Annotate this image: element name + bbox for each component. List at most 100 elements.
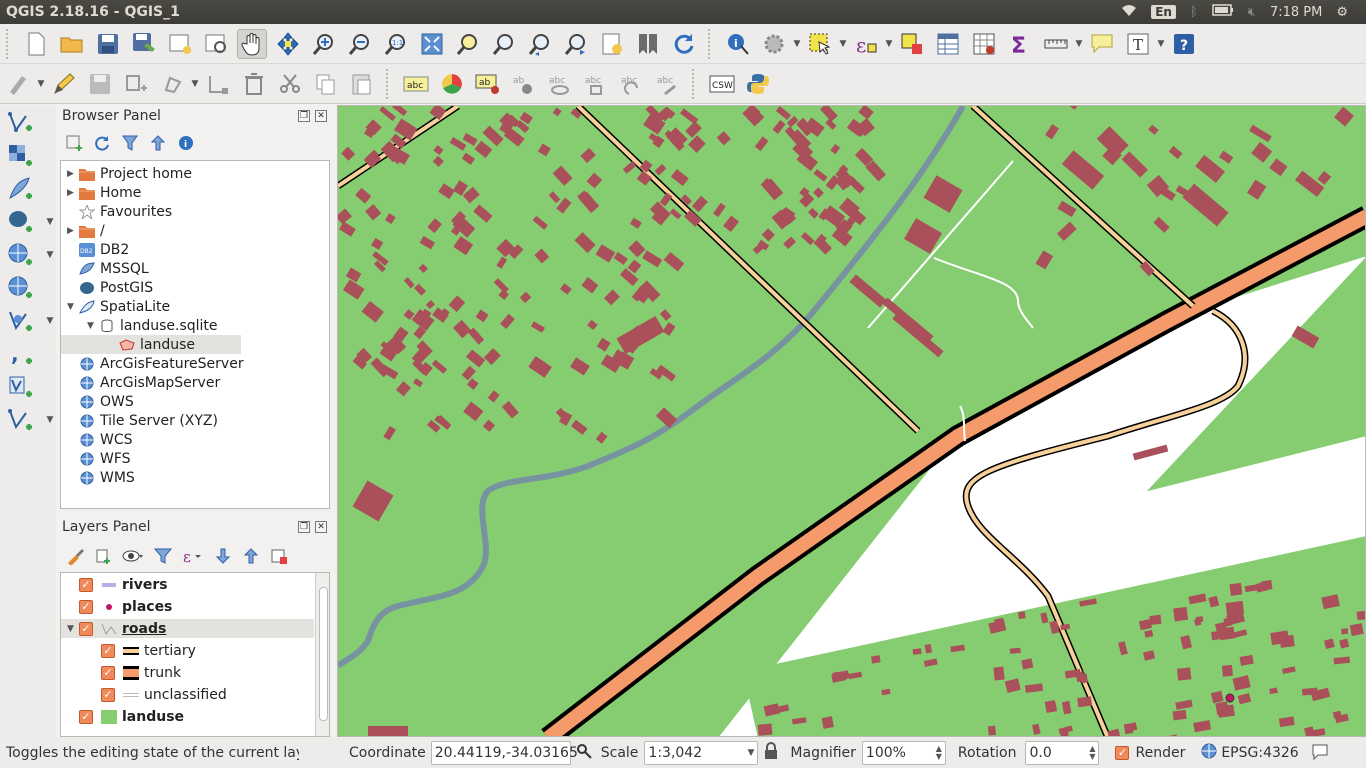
refresh-icon[interactable] [669,29,699,59]
chevron-down-icon[interactable]: ▼ [884,39,894,49]
settings-gear-icon[interactable]: ⚙ [1336,5,1348,20]
crs-globe-icon[interactable] [1201,743,1217,763]
toolbar-grip[interactable] [386,68,392,99]
zoom-to-selection-icon[interactable] [453,29,483,59]
properties-info-icon[interactable]: i [178,134,194,156]
show-hide-labels-icon[interactable]: ab [509,69,539,99]
identify-icon[interactable]: i [723,29,753,59]
scale-combo[interactable]: 1:3,042 ▼ [644,740,759,765]
chevron-down-icon[interactable]: ▼ [45,316,55,326]
chevron-down-icon[interactable]: ▼ [45,250,55,260]
keyboard-language-indicator[interactable]: En [1151,5,1176,19]
spin-arrows-icon[interactable]: ▲ ▼ [936,744,942,761]
chevron-down-icon[interactable]: ▼ [190,79,200,89]
collapse-arrow-icon[interactable]: ▼ [67,302,79,312]
layer-row[interactable]: ▼ ✓ roads [61,619,314,638]
composer-manager-icon[interactable] [201,29,231,59]
pan-to-selection-icon[interactable] [273,29,303,59]
add-wcs-layer-icon[interactable]: ▼ [5,306,53,336]
clock[interactable]: 7:18 PM [1270,5,1322,20]
browser-item[interactable]: ▶ / [67,221,105,240]
layer-visibility-checkbox[interactable]: ✓ [79,599,93,614]
deselect-icon[interactable] [897,29,927,59]
browser-item[interactable]: Favourites [67,202,172,221]
magnifier-spinbox[interactable]: 100% ▲ ▼ [861,740,946,765]
browser-item[interactable]: ▼ landuse.sqlite [87,316,218,335]
style-manager-icon[interactable] [66,547,84,569]
layers-scrollbar[interactable] [315,573,329,736]
lock-scale-icon[interactable] [764,741,778,764]
browser-item[interactable]: landuse [61,335,241,354]
add-wms-layer-icon[interactable]: ▼ [5,240,53,270]
toolbar-grip[interactable] [692,68,698,99]
zoom-full-icon[interactable] [417,29,447,59]
move-label-icon[interactable]: abc [545,69,575,99]
zoom-out-icon[interactable] [345,29,375,59]
chevron-down-icon[interactable]: ▼ [792,39,802,49]
diagram-options-icon[interactable] [437,69,467,99]
add-postgis-layer-icon[interactable]: ▼ [5,207,53,237]
add-group-icon[interactable] [94,547,112,569]
add-vector-layer-icon[interactable] [5,108,35,138]
zoom-in-icon[interactable] [309,29,339,59]
chevron-down-icon[interactable]: ▼ [748,748,755,758]
map-tips-icon[interactable] [1087,29,1117,59]
layer-visibility-checkbox[interactable]: ✓ [101,687,115,702]
layer-row[interactable]: ✓ landuse [61,707,314,726]
map-rendering[interactable] [338,106,1366,737]
filter-icon[interactable] [122,134,138,156]
filter-by-expression-icon[interactable]: ε [182,547,204,569]
layer-visibility-checkbox[interactable]: ✓ [79,577,93,592]
filter-legend-icon[interactable] [153,547,173,569]
save-as-icon[interactable] [129,29,159,59]
python-console-icon[interactable] [743,69,773,99]
paste-features-icon[interactable] [347,69,377,99]
text-annotation-icon[interactable]: T [1123,29,1153,59]
browser-item[interactable]: WFS [67,449,131,468]
collapse-all-icon[interactable] [242,547,260,569]
zoom-next-icon[interactable] [561,29,591,59]
browser-item[interactable]: ▼ SpatiaLite [67,297,170,316]
chevron-down-icon[interactable]: ▼ [45,415,55,425]
layer-visibility-checkbox[interactable]: ✓ [101,665,115,680]
browser-item[interactable]: ▶ Home [67,183,141,202]
zoom-native-icon[interactable]: 1:1 [381,29,411,59]
add-feature-icon[interactable] [121,69,151,99]
bluetooth-icon[interactable]: ᛒ [1190,5,1198,20]
zoom-last-icon[interactable] [525,29,555,59]
csw-icon[interactable]: CSW [707,69,737,99]
add-raster-layer-icon[interactable] [5,141,35,171]
layer-row[interactable]: ✓ places [61,597,314,616]
layer-visibility-checkbox[interactable]: ✓ [79,709,93,724]
layer-row[interactable]: ✓ trunk [61,663,314,682]
volume-muted-icon[interactable]: 🔇︎ [1248,5,1256,20]
add-wfs-layer-icon[interactable] [5,273,35,303]
wifi-icon[interactable] [1121,3,1137,21]
refresh-icon[interactable] [94,134,110,156]
pan-icon[interactable] [237,28,267,59]
new-shapefile-icon[interactable]: ▼ [5,405,53,435]
chevron-down-icon[interactable]: ▼ [1074,39,1084,49]
browser-item[interactable]: Tile Server (XYZ) [67,411,218,430]
manage-visibility-icon[interactable] [122,547,144,569]
move-feature-icon[interactable] [157,69,187,99]
expand-arrow-icon[interactable]: ▶ [67,188,79,198]
toggle-extents-icon[interactable] [575,742,593,764]
layer-row[interactable]: ✓ rivers [61,575,314,594]
battery-icon[interactable] [1212,4,1234,20]
browser-item[interactable]: OWS [67,392,134,411]
open-project-icon[interactable] [57,29,87,59]
layer-row[interactable]: ✓ tertiary [61,641,314,660]
show-bookmarks-icon[interactable] [633,29,663,59]
current-edits-icon[interactable] [3,69,33,99]
render-checkbox[interactable]: ✓ [1115,745,1130,760]
toolbar-grip[interactable] [6,28,12,59]
remove-layer-icon[interactable] [270,547,288,569]
chevron-down-icon[interactable]: ▼ [36,79,46,89]
add-selected-layers-icon[interactable] [66,134,82,156]
messages-icon[interactable] [1311,742,1329,764]
expand-arrow-icon[interactable]: ▶ [67,169,79,179]
select-features-icon[interactable] [805,29,835,59]
chevron-down-icon[interactable]: ▼ [838,39,848,49]
rotate-label-icon[interactable]: abc [581,69,611,99]
